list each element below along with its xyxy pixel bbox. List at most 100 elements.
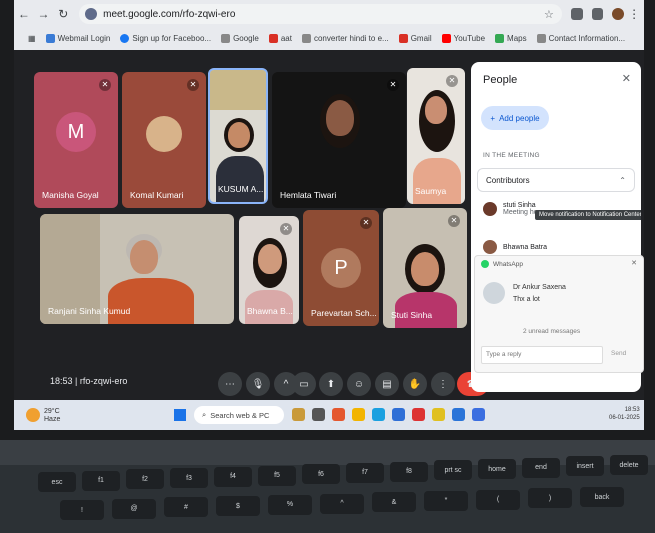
participant-row[interactable]: stuti Sinha Meeting ho [483,202,538,216]
keyboard-key: insert [566,456,604,477]
participant-tile-stuti[interactable]: ✕ Stuti Sinha [383,208,467,328]
emoji-icon[interactable]: ☺ [347,372,371,396]
more-vert-icon[interactable]: ⋮ [431,372,455,396]
reload-icon[interactable]: ↻ [53,7,73,21]
search-placeholder: Search web & PC [210,410,270,420]
participant-tile-parevartan[interactable]: ✕ P Parevartan Sch... [303,210,379,326]
apps-grid-icon[interactable]: ▦ [28,34,36,43]
participant-name: Parevartan Sch... [311,308,377,318]
bookmark-item[interactable]: Google [221,33,259,43]
keyboard-key: ^ [320,493,364,514]
participant-row[interactable]: Bhawna Batra [483,240,547,254]
add-people-button[interactable]: + Add people [481,106,549,130]
participant-tile-kusum[interactable]: KUSUM A... [208,68,268,204]
keyboard-key: end [522,457,560,478]
unread-count: 2 unread messages [523,328,581,335]
app-icon[interactable] [412,408,425,421]
reply-input[interactable]: Type a reply [481,346,603,364]
bookmarks-bar: ▦ Webmail Login Sign up for Faceboo... G… [14,28,644,48]
app-icon[interactable] [452,408,465,421]
site-info-icon[interactable] [85,8,98,20]
app-icon[interactable] [312,408,325,421]
participant-name: KUSUM A... [218,184,264,194]
app-icon[interactable] [472,408,485,421]
temperature: 29°C [44,408,60,415]
mic-off-icon: ✕ [448,215,460,227]
section-heading: IN THE MEETING [483,152,540,159]
weather-icon[interactable] [26,408,40,422]
bookmark-label: Sign up for Faceboo... [132,33,212,43]
keyboard-key: f3 [170,468,208,489]
camera-icon[interactable]: ▭ [292,372,316,396]
extensions-puzzle-icon[interactable] [591,8,604,20]
send-button[interactable]: Send [611,350,626,357]
mic-off-icon: ✕ [187,79,199,91]
meeting-info-separator: | [75,376,78,386]
keyboard-key: f2 [126,469,164,490]
bookmark-item[interactable]: Contact Information... [536,33,625,43]
edge-icon[interactable] [372,408,385,421]
bookmark-item[interactable]: Maps [495,33,527,43]
present-screen-icon[interactable]: ⬆ [319,372,343,396]
participant-tile-hemlata[interactable]: ✕ Hemlata Tiwari [272,72,406,208]
close-icon[interactable]: ✕ [631,259,637,267]
store-icon[interactable] [392,408,405,421]
file-explorer-icon[interactable] [352,408,365,421]
participant-tile-komal[interactable]: ✕ Komal Kumari [122,72,206,208]
chevron-up-icon[interactable]: ⌃ [619,176,626,185]
windows-start-icon[interactable] [174,409,186,421]
mic-off-icon: ✕ [280,223,292,235]
captions-icon[interactable]: ▤ [375,372,399,396]
microphone-icon[interactable]: 🎙 [246,372,270,396]
address-bar[interactable]: meet.google.com/rfo-zqwi-ero ☆ [79,4,562,24]
menu-kebab-icon[interactable]: ⋮ [624,7,644,21]
bookmark-label: Gmail [410,33,432,43]
system-clock[interactable]: 18:53 06-01-2025 [609,406,640,422]
raise-hand-icon[interactable]: ✋ [403,372,427,396]
participant-name: Komal Kumari [130,190,184,200]
participant-name: Stuti Sinha [391,310,433,320]
keyboard-key: f1 [82,470,120,491]
message-text: Thx a lot [513,296,540,303]
participant-tile-saumya[interactable]: ✕ Saumya [407,68,465,204]
participant-tile-bhawna[interactable]: ✕ Bhawna B... [239,216,299,324]
keyboard-key: f4 [214,466,252,487]
bookmark-item[interactable]: converter hindi to e... [301,33,389,43]
bookmark-item[interactable]: Gmail [398,33,432,43]
weather-widget[interactable]: 29°C Haze [44,408,60,424]
panel-title: People [483,74,518,86]
bookmark-item[interactable]: Sign up for Faceboo... [120,33,212,43]
page-icon [536,33,546,43]
chrome-icon[interactable] [432,408,445,421]
keyboard-key: ) [528,488,572,509]
close-icon[interactable]: ✕ [622,72,631,85]
bookmark-star-icon[interactable]: ☆ [544,8,554,21]
participant-tile-manisha[interactable]: ✕ M Manisha Goyal [34,72,118,208]
avatar [483,202,497,216]
meeting-code: rfo-zqwi-ero [79,376,128,386]
facebook-icon [120,33,130,43]
bookmark-item[interactable]: YouTube [441,33,485,43]
tooltip: Move notification to Notification Center [535,210,641,220]
weather-condition: Haze [44,416,61,423]
participant-name: Saumya [415,186,447,196]
extension-icon[interactable] [570,8,583,20]
app-name: WhatsApp [493,260,523,268]
app-icon[interactable] [292,408,305,421]
participant-tile-ranjani[interactable]: Ranjani Sinha Kumud [40,214,234,324]
bookmark-item[interactable]: aat [268,33,292,43]
google-icon [301,33,311,43]
back-arrow-icon[interactable]: ← [14,7,34,21]
more-options-icon[interactable]: ⋯ [218,372,242,396]
contributors-group[interactable]: Contributors ⌃ [477,168,635,192]
mic-off-icon: ✕ [99,79,111,91]
profile-avatar[interactable] [612,8,625,20]
whatsapp-notification[interactable]: WhatsApp ✕ Dr Ankur Saxena Thx a lot 2 u… [474,255,644,373]
bookmark-item[interactable]: Webmail Login [45,33,110,43]
avatar: M [56,112,96,152]
keyboard-key: @ [112,498,156,519]
taskbar-search[interactable]: ⌕ Search web & PC [194,406,284,424]
forward-arrow-icon[interactable]: → [34,7,54,21]
participant-name: Hemlata Tiwari [280,190,337,200]
app-icon[interactable] [332,408,345,421]
